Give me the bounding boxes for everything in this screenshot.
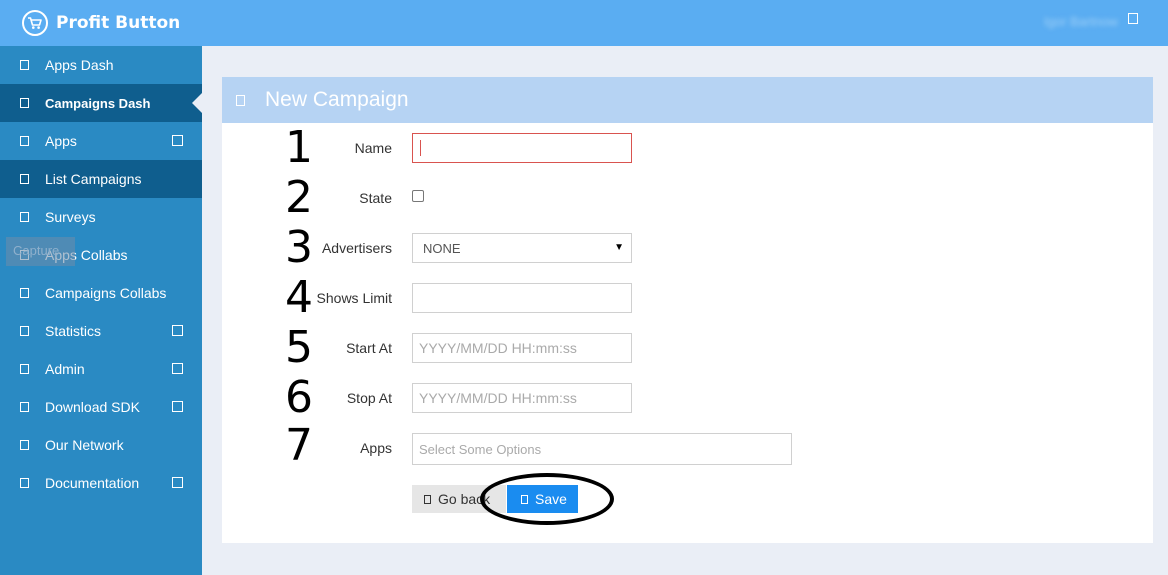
active-indicator [192,93,202,113]
capture-overlay: Capture [6,237,75,266]
advertisers-selected-value: NONE [423,240,461,256]
sidebar-item-label: List Campaigns [45,171,142,187]
shows-limit-label: Shows Limit [316,290,392,306]
dropdown-arrow-icon: ▼ [614,242,624,253]
dashboard-icon [20,60,29,70]
expand-icon[interactable] [172,477,183,488]
annotation-number-3: 3 [285,222,313,273]
stop-at-label: Stop At [346,390,392,406]
sidebar-item-statistics[interactable]: Statistics [0,312,202,350]
user-menu-icon[interactable] [1128,13,1138,24]
sidebar-item-download-sdk[interactable]: Download SDK [0,388,202,426]
collab-icon [20,288,29,298]
annotation-number-1: 1 [285,122,313,173]
sidebar-item-label: Surveys [45,209,96,225]
panel-header: New Campaign [222,77,1153,123]
brand[interactable]: Profit Button [22,9,180,37]
sidebar-item-label: Campaigns Dash [45,95,151,111]
expand-icon[interactable] [172,363,183,374]
save-label: Save [535,491,567,507]
annotation-number-6: 6 [285,372,313,423]
go-back-button[interactable]: Go back [412,485,506,513]
sidebar-item-label: Our Network [45,437,124,453]
sidebar-item-admin[interactable]: Admin [0,350,202,388]
campaign-icon [236,94,245,106]
dashboard-icon [20,98,29,108]
name-label: Name [354,140,392,156]
survey-icon [20,212,29,222]
admin-icon [20,364,29,374]
save-icon [521,494,528,504]
sidebar-item-documentation[interactable]: Documentation [0,464,202,502]
cart-icon [22,10,48,36]
sidebar-item-campaigns-collabs[interactable]: Campaigns Collabs [0,274,202,312]
sidebar-item-surveys[interactable]: Surveys [0,198,202,236]
sidebar-item-label: Apps Dash [45,57,114,73]
stop-at-input[interactable]: YYYY/MM/DD HH:mm:ss [412,383,632,413]
start-at-label: Start At [346,340,392,356]
expand-icon[interactable] [172,135,183,146]
sidebar: Apps Dash Campaigns Dash Apps List Campa… [0,46,202,575]
top-bar: Profit Button Igor Bartnow [0,0,1168,46]
user-name[interactable]: Igor Bartnow [1044,14,1118,29]
start-at-input[interactable]: YYYY/MM/DD HH:mm:ss [412,333,632,363]
download-icon [20,402,29,412]
back-icon [424,494,431,504]
sidebar-item-apps[interactable]: Apps [0,122,202,160]
go-back-label: Go back [438,491,491,507]
list-icon [20,174,29,184]
page-title: New Campaign [265,88,409,111]
apps-multiselect[interactable]: Select Some Options [412,433,792,465]
state-checkbox[interactable] [412,190,424,202]
sidebar-item-list-campaigns[interactable]: List Campaigns [0,160,202,198]
name-input[interactable] [412,133,632,163]
network-icon [20,440,29,450]
sidebar-item-our-network[interactable]: Our Network [0,426,202,464]
app-name: Profit Button [56,13,181,33]
apps-label: Apps [360,440,392,456]
sidebar-item-label: Campaigns Collabs [45,285,167,301]
shows-limit-input[interactable] [412,283,632,313]
text-cursor [420,140,421,156]
expand-icon[interactable] [172,401,183,412]
annotation-number-4: 4 [285,272,313,323]
sidebar-item-campaigns-dash[interactable]: Campaigns Dash [0,84,202,122]
annotation-number-7: 7 [285,420,313,471]
expand-icon[interactable] [172,325,183,336]
state-label: State [359,190,392,206]
chart-icon [20,326,29,336]
save-button[interactable]: Save [507,485,578,513]
document-icon [20,478,29,488]
annotation-number-5: 5 [285,322,313,373]
apps-icon [20,136,29,146]
advertisers-select[interactable]: NONE ▼ [412,233,632,263]
sidebar-item-apps-dash[interactable]: Apps Dash [0,46,202,84]
annotation-number-2: 2 [285,172,313,223]
advertisers-label: Advertisers [321,240,392,256]
